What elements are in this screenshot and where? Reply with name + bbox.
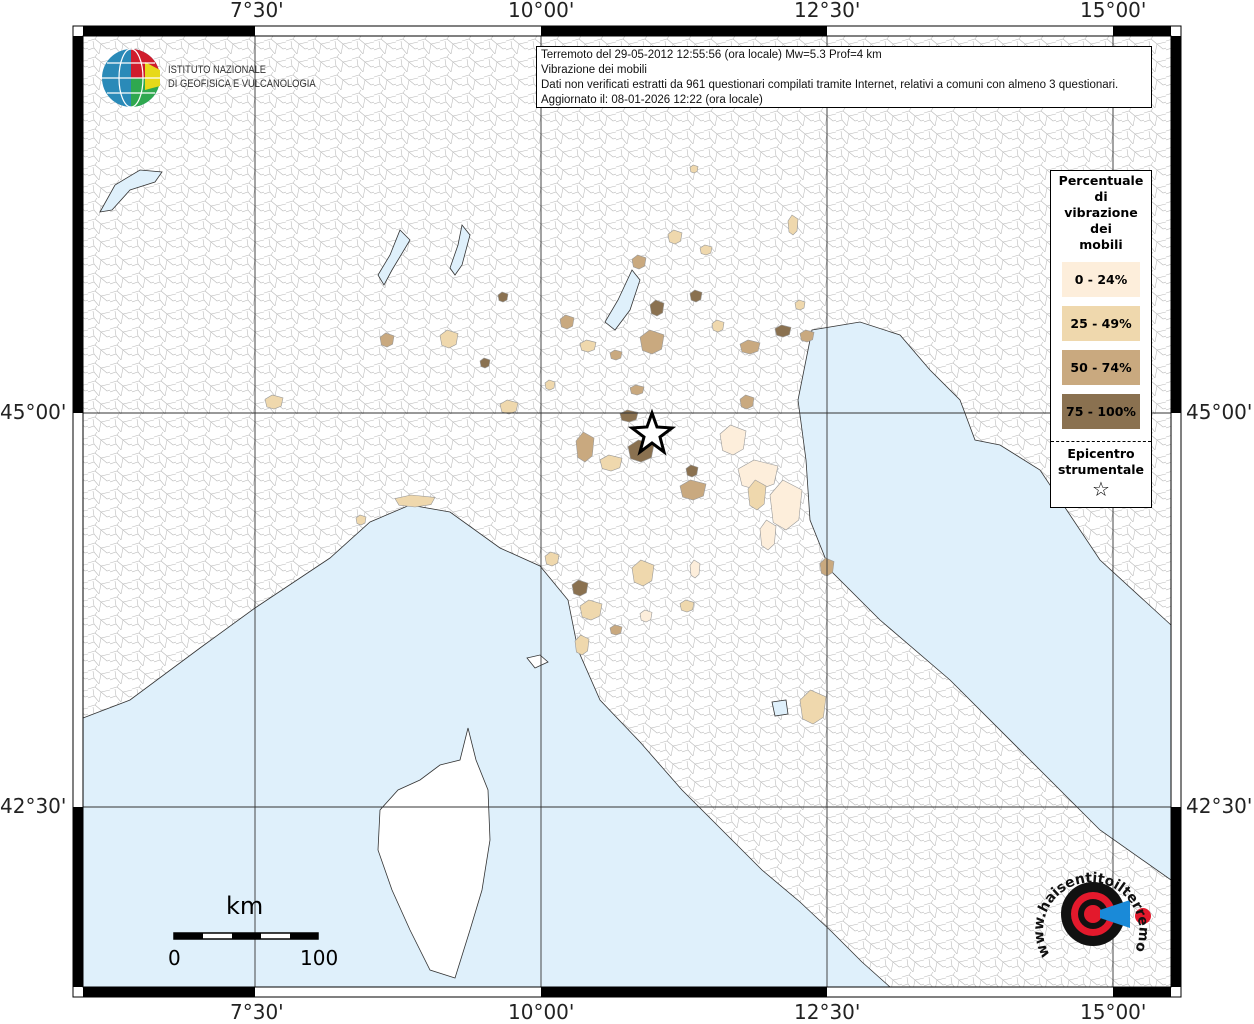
legend-title-line: di: [1094, 189, 1108, 204]
municipality-patch: [689, 164, 699, 174]
ingv-logo-text: ISTITUTO NAZIONALE DI GEOFISICA E VULCAN…: [168, 63, 316, 91]
frame-segment: [541, 987, 827, 997]
lon-tick-bottom: 15°00': [1080, 1000, 1147, 1024]
frame-segment: [73, 36, 83, 413]
map-subject: Vibrazione dei mobili: [541, 64, 647, 76]
frame-segment: [83, 26, 255, 36]
epicenter-label: strumentale: [1057, 462, 1145, 477]
legend-title-line: mobili: [1079, 237, 1123, 252]
legend-title-line: vibrazione: [1064, 205, 1138, 220]
legend-divider: [1051, 441, 1151, 442]
frame-segment: [1171, 36, 1181, 413]
data-note: Dati non verificati estratti da 961 ques…: [541, 79, 1119, 91]
updated-timestamp: Aggiornato il: 08-01-2026 12:22 (ora loc…: [541, 94, 763, 106]
legend-class-25-49: 25 - 49%: [1062, 306, 1140, 341]
logo-line1: ISTITUTO NAZIONALE: [168, 64, 267, 76]
epicenter-legend-star-icon: ☆: [1092, 477, 1110, 501]
lon-tick-top: 10°00': [508, 0, 575, 22]
legend-class-0-24: 0 - 24%: [1062, 262, 1140, 297]
lake-trasimeno: [771, 699, 789, 717]
frame-segment: [1113, 987, 1171, 997]
scale-max: 100: [300, 946, 339, 970]
lon-tick-top: 15°00': [1080, 0, 1147, 22]
legend-class-50-74: 50 - 74%: [1062, 350, 1140, 385]
lon-tick-top: 7°30': [230, 0, 284, 22]
epicenter-label: Epicentro: [1067, 446, 1135, 461]
scale-bar: [173, 932, 319, 940]
intensity-map: www.haisentitoilterremoto.it: [0, 0, 1182, 998]
lon-tick-bottom: 12°30': [794, 1000, 861, 1024]
scale-unit: km: [226, 892, 264, 920]
lat-tick-right: 42°30': [1186, 794, 1253, 818]
logo-line2: DI GEOFISICA E VULCANOLOGIA: [168, 78, 316, 90]
lon-tick-bottom: 7°30': [230, 1000, 284, 1024]
scale-min: 0: [168, 946, 181, 970]
frame-segment: [541, 26, 827, 36]
event-title: Terremoto del 29-05-2012 12:55:56 (ora l…: [541, 49, 882, 61]
legend-title-line: dei: [1090, 221, 1112, 236]
ingv-logo-icon: [102, 48, 160, 108]
frame-segment: [1113, 26, 1171, 36]
lon-tick-top: 12°30': [794, 0, 861, 22]
lat-tick-left: 42°30': [0, 794, 67, 818]
legend-title: Percentuale di vibrazione dei mobili: [1051, 173, 1151, 253]
lat-tick-left: 45°00': [0, 400, 67, 424]
legend-class-75-100: 75 - 100%: [1062, 394, 1140, 429]
lon-tick-bottom: 10°00': [508, 1000, 575, 1024]
frame-segment: [83, 987, 255, 997]
frame-segment: [73, 807, 83, 987]
event-info-box: Terremoto del 29-05-2012 12:55:56 (ora l…: [536, 46, 1152, 108]
legend: Percentuale di vibrazione dei mobili 0 -…: [1050, 170, 1152, 508]
frame-segment: [1171, 807, 1181, 987]
lat-tick-right: 45°00': [1186, 400, 1253, 424]
legend-title-line: Percentuale: [1058, 173, 1144, 188]
